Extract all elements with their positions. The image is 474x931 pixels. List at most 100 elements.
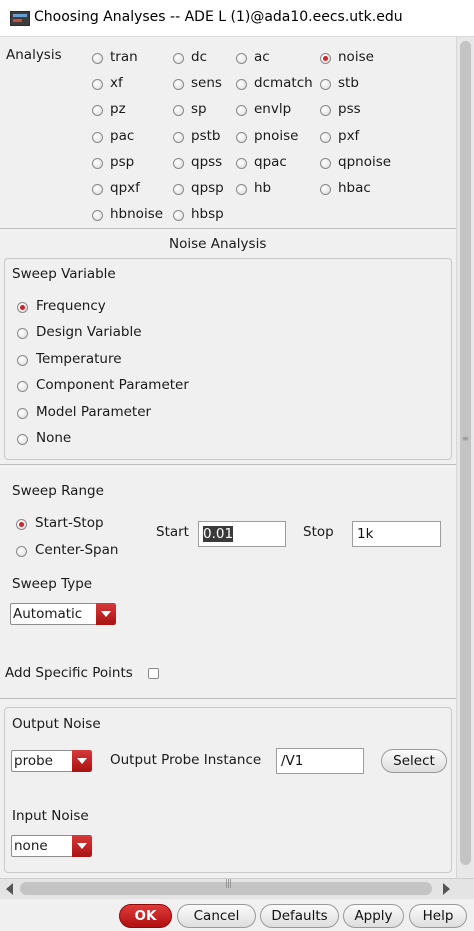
radio-stb[interactable] (320, 79, 331, 91)
scroll-grip-icon: ||| (225, 879, 232, 889)
analysis-option-label: noise (338, 49, 374, 65)
radio-pac[interactable] (92, 131, 103, 143)
analysis-option-label: pstb (191, 127, 221, 144)
window-title: Choosing Analyses -- ADE L (1)@ada10.eec… (34, 9, 403, 25)
analysis-option-label: ac (254, 49, 270, 65)
analysis-option-label: sens (191, 75, 222, 92)
start-input[interactable]: 0.01 (198, 521, 286, 547)
sweep-variable-option-label: Design Variable (36, 324, 142, 341)
radio-hbnoise[interactable] (92, 210, 103, 222)
add-specific-points-label: Add Specific Points (5, 665, 133, 681)
analysis-label: Analysis (6, 47, 62, 63)
analysis-option-label: xf (110, 75, 123, 92)
output-probe-instance-value: /V1 (281, 753, 304, 769)
radio-design-variable[interactable] (17, 328, 28, 340)
radio-xf[interactable] (92, 79, 103, 91)
radio-component-parameter[interactable] (17, 381, 28, 393)
radio-qpnoise[interactable] (320, 157, 331, 169)
radio-hbac[interactable] (320, 184, 331, 195)
analysis-option-label: qpac (254, 153, 287, 170)
chevron-down-icon (72, 835, 92, 857)
radio-temperature[interactable] (17, 354, 28, 366)
analysis-option-label: psp (110, 153, 135, 170)
radio-frequency[interactable] (17, 302, 28, 313)
ok-button[interactable]: OK (119, 904, 172, 928)
sweep-variable-group: Sweep Variable Frequency Design Variable T… (4, 258, 452, 460)
radio-none[interactable] (17, 434, 28, 445)
radio-qpxf[interactable] (92, 184, 103, 195)
radio-pstb[interactable] (173, 131, 184, 143)
output-probe-instance-input[interactable]: /V1 (276, 748, 364, 774)
start-label: Start (156, 524, 189, 540)
start-value: 0.01 (203, 526, 234, 542)
radio-sp[interactable] (173, 105, 184, 117)
output-probe-instance-label: Output Probe Instance (110, 752, 262, 768)
input-noise-label: Input Noise (12, 808, 89, 824)
radio-qpss[interactable] (173, 157, 184, 169)
start-stop-label: Start-Stop (35, 515, 104, 531)
output-noise-group: Output Noise probe Output Probe Instance… (4, 707, 452, 873)
analysis-option-label: sp (191, 101, 207, 118)
radio-pnoise[interactable] (236, 131, 247, 143)
radio-hbsp[interactable] (173, 210, 184, 222)
scroll-left-icon[interactable] (6, 883, 13, 895)
analysis-option-label: pxf (338, 127, 360, 144)
chevron-down-icon (72, 750, 92, 772)
sweep-variable-option-label: None (36, 430, 72, 446)
radio-psp[interactable] (92, 157, 103, 169)
center-span-label: Center-Span (35, 542, 119, 558)
cancel-button[interactable]: Cancel (177, 904, 256, 928)
radio-ac[interactable] (236, 53, 247, 64)
radio-tran[interactable] (92, 53, 103, 64)
radio-qpac[interactable] (236, 157, 247, 169)
radio-pz[interactable] (92, 105, 103, 117)
title-bar: Choosing Analyses -- ADE L (1)@ada10.eec… (0, 0, 474, 37)
chevron-down-icon (96, 603, 116, 625)
radio-envlp[interactable] (236, 105, 247, 117)
radio-dcmatch[interactable] (236, 79, 247, 91)
output-noise-value: probe (14, 753, 53, 769)
scroll-grip-icon: ≡ (462, 434, 469, 443)
dialog-content: Analysis tran dc ac noise xf sens dcmatch stb pz… (0, 37, 456, 878)
defaults-button[interactable]: Defaults (260, 904, 339, 928)
select-button[interactable]: Select (381, 749, 447, 773)
radio-hb[interactable] (236, 184, 247, 195)
horizontal-scrollbar[interactable]: ||| (0, 878, 474, 899)
sweep-variable-option-label: Frequency (36, 298, 106, 314)
analysis-option-label: qpsp (191, 180, 224, 196)
divider (0, 228, 456, 229)
analysis-option-label: stb (338, 75, 359, 92)
analysis-option-label: hbnoise (110, 206, 164, 223)
sweep-variable-option-label: Component Parameter (36, 377, 189, 394)
sweep-range-label: Sweep Range (12, 483, 104, 499)
radio-sens[interactable] (173, 79, 184, 91)
analysis-option-label: pss (338, 101, 361, 118)
divider (0, 464, 456, 465)
scroll-right-icon[interactable] (443, 883, 450, 895)
radio-qpsp[interactable] (173, 184, 184, 195)
input-noise-value: none (14, 838, 48, 854)
radio-start-stop[interactable] (16, 519, 27, 530)
app-icon (10, 11, 30, 26)
sweep-range-group: Sweep Range Start-Stop Center-Span Start… (4, 475, 452, 707)
stop-input[interactable]: 1k (352, 521, 441, 547)
vertical-scrollbar[interactable]: ≡ (456, 37, 474, 878)
radio-noise[interactable] (320, 53, 331, 64)
analysis-option-label: pac (110, 127, 135, 144)
analysis-option-label: hbsp (191, 206, 224, 223)
radio-dc[interactable] (173, 53, 184, 64)
help-button[interactable]: Help (409, 904, 467, 928)
output-noise-select[interactable]: probe (11, 750, 92, 772)
vertical-scroll-thumb[interactable] (460, 41, 471, 865)
analysis-option-label: qpss (191, 153, 223, 170)
sweep-variable-option-label: Temperature (36, 350, 122, 367)
radio-pss[interactable] (320, 105, 331, 117)
add-specific-points-checkbox[interactable] (148, 668, 159, 679)
radio-model-parameter[interactable] (17, 407, 28, 419)
sweep-variable-label: Sweep Variable (12, 266, 116, 282)
input-noise-select[interactable]: none (11, 835, 92, 857)
radio-center-span[interactable] (16, 546, 27, 557)
sweep-type-select[interactable]: Automatic (10, 603, 116, 625)
radio-pxf[interactable] (320, 131, 331, 143)
apply-button[interactable]: Apply (343, 904, 404, 928)
